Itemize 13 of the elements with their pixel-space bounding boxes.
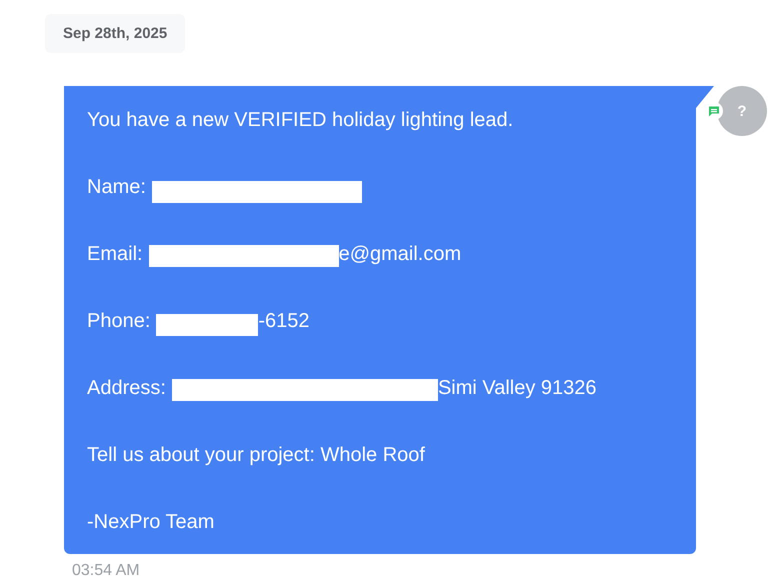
message-text: Tell us about your project: Whole Roof [87,443,426,468]
message-text: -NexPro Team [87,510,216,535]
field-label: Phone: [87,309,150,334]
message-time: 03:54 AM [71,562,141,580]
field-value: e@gmail.com [338,242,462,267]
date-pill: Sep 28th, 2025 [45,14,186,53]
field-label: Address: [87,376,166,401]
field-value: Simi Valley 91326 [438,376,597,401]
field-label: Name: [87,175,146,200]
message-text: You have a new VERIFIED holiday lighting lead. [87,108,514,133]
field-value: -6152 [258,309,310,334]
field-label: Email: [87,242,143,267]
avatar[interactable]: ? [717,86,767,136]
